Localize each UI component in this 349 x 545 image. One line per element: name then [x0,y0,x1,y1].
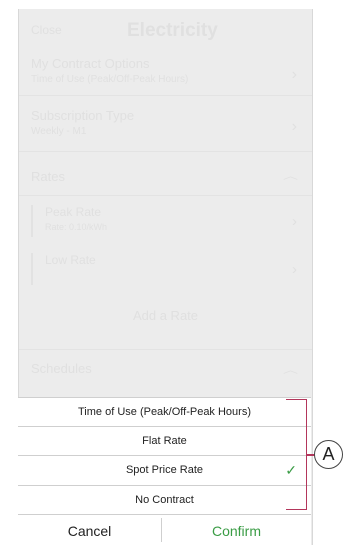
schedules-section-label: Schedules [31,361,92,376]
divider [18,514,311,515]
caret-up-icon[interactable]: ︿ [283,169,298,182]
chevron-right-icon: › [291,66,297,83]
subscription-row[interactable]: Subscription Type Weekly - M1 › [31,108,301,137]
contract-options-row[interactable]: My Contract Options Time of Use (Peak/Of… [31,56,301,85]
rate-indicator [31,253,33,285]
divider [19,349,312,350]
confirm-button[interactable]: Confirm [162,518,311,545]
option-no-contract[interactable]: No Contract [18,485,311,513]
rate-indicator [31,205,33,237]
annotation-bracket [286,399,307,510]
divider [19,95,312,96]
rates-section-label: Rates [31,169,65,184]
rates-section-header[interactable]: Rates [31,169,301,184]
rate-title: Peak Rate [45,205,102,219]
chevron-right-icon: › [292,261,297,278]
header: Close Electricity [19,20,312,43]
contract-options-value: Time of Use (Peak/Off-Peak Hours) [31,74,189,85]
option-spot-price-rate[interactable]: Spot Price Rate ✓ [18,455,311,483]
annotation-callout: A [314,440,343,469]
cancel-button[interactable]: Cancel [18,518,161,545]
rate-item[interactable]: Peak Rate Rate: 0.10/kWh › [31,201,301,247]
rate-value: Rate: 0.10/kWh [45,222,108,232]
page-title: Electricity [127,20,218,41]
option-label: Flat Rate [142,435,187,447]
rate-title: Low Rate [45,253,96,267]
divider [19,151,312,152]
contract-options-title: My Contract Options [31,56,150,71]
subscription-value: Weekly - M1 [31,126,87,137]
chevron-right-icon: › [291,118,297,135]
contract-type-sheet: Time of Use (Peak/Off-Peak Hours) Flat R… [18,397,311,545]
add-rate-button[interactable]: Add a Rate [19,308,312,323]
option-flat-rate[interactable]: Flat Rate [18,426,311,454]
divider [19,195,312,196]
rate-item[interactable]: Low Rate › [31,249,301,295]
option-time-of-use[interactable]: Time of Use (Peak/Off-Peak Hours) [18,397,311,425]
chevron-right-icon: › [292,213,297,230]
option-label: Time of Use (Peak/Off-Peak Hours) [78,406,251,418]
schedules-section-header[interactable]: Schedules [31,361,301,376]
subscription-title: Subscription Type [31,108,135,123]
option-label: Spot Price Rate [125,464,204,476]
close-button[interactable]: Close [31,23,62,37]
option-label: No Contract [135,494,194,506]
caret-up-icon[interactable]: ︿ [283,363,298,376]
